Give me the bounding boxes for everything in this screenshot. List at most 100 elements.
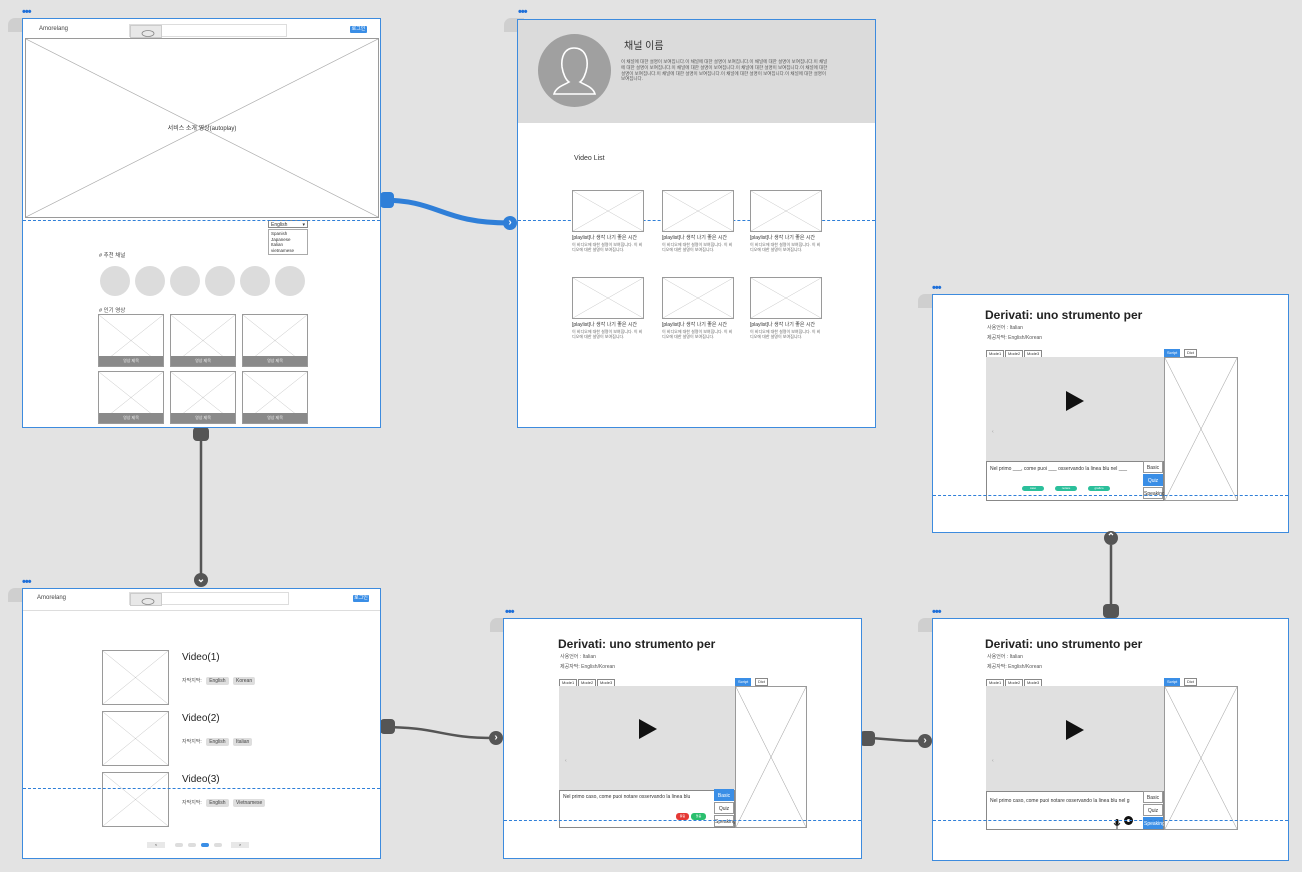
side-tab-dict[interactable]: Dict — [755, 678, 768, 686]
result-title[interactable]: Video(2) — [182, 713, 220, 724]
video-card-title[interactable]: [playlist]나 생각 나기 좋은 시간 — [662, 321, 734, 328]
video-card-title[interactable]: [playlist]나 생각 나기 좋은 시간 — [662, 234, 734, 241]
prev-arrow-icon[interactable]: ‹ — [565, 758, 567, 764]
video-language: 사용언어 : Italian — [987, 654, 1023, 660]
video-card-title[interactable]: [playlist]나 생각 나기 좋은 시간 — [750, 234, 822, 241]
channel-avatar[interactable] — [275, 266, 305, 296]
page-dot[interactable] — [188, 843, 196, 847]
video-card-desc: 이 비디오에 대한 설명이 보여집니다. 이 비디오에 대한 설명이 보여집니다… — [662, 329, 733, 339]
side-tab-dict[interactable]: Dict — [1184, 678, 1197, 686]
result-thumbnail[interactable] — [102, 711, 169, 766]
chevron-up-icon[interactable]: ⌃ — [1104, 531, 1118, 545]
channel-avatar[interactable] — [240, 266, 270, 296]
microphone-icon[interactable] — [1113, 816, 1121, 834]
quiz-answer-button[interactable]: caso — [1022, 486, 1044, 491]
popular-video-thumb[interactable]: 영상 제목 — [170, 371, 236, 424]
quiz-answer-button[interactable]: notare — [1055, 486, 1077, 491]
play-icon[interactable] — [1066, 391, 1084, 411]
language-option[interactable]: vietnamese — [271, 248, 305, 254]
channel-video-card[interactable]: [playlist]나 생각 나기 좋은 시간 이 비디오에 대한 설명이 보여집… — [572, 190, 644, 252]
channel-video-card[interactable]: [playlist]나 생각 나기 좋은 시간 이 비디오에 대한 설명이 보여집… — [750, 277, 822, 339]
speaking-button[interactable]: Speaking — [714, 815, 736, 827]
subtitle-tag: Korean — [232, 677, 256, 685]
logo[interactable]: Amorelang — [39, 26, 68, 32]
correct-button[interactable]: 맞음 — [691, 813, 706, 820]
popular-video-thumb[interactable]: 영상 제목 — [98, 371, 164, 424]
channel-video-card[interactable]: [playlist]나 생각 나기 좋은 시간 이 비디오에 대한 설명이 보여집… — [662, 277, 734, 339]
prev-arrow-icon[interactable]: ‹ — [992, 429, 994, 435]
channel-frame: 채널 이름 이 채널에 대한 설명이 보여집니다.이 채널에 대한 설명이 보여… — [517, 19, 876, 428]
video-player[interactable]: ‹ — [986, 357, 1164, 461]
video-thumbnail[interactable] — [572, 190, 644, 232]
login-button[interactable]: 로그인 — [350, 26, 367, 33]
prev-page-button[interactable]: < — [147, 842, 165, 848]
side-tab-dict[interactable]: Dict — [1184, 349, 1197, 357]
side-tab-script[interactable]: Script — [1164, 678, 1181, 686]
page-dot-active[interactable] — [201, 843, 209, 847]
play-icon[interactable] — [1066, 720, 1084, 740]
prev-arrow-icon[interactable]: ‹ — [992, 758, 994, 764]
video-card-title[interactable]: [playlist]나 생각 나기 좋은 시간 — [572, 234, 644, 241]
result-title[interactable]: Video(1) — [182, 652, 220, 663]
search-icon[interactable] — [130, 593, 162, 606]
video-card-title[interactable]: [playlist]나 생각 나기 좋은 시간 — [572, 321, 644, 328]
subtitle-tag: Vietnamese — [232, 799, 266, 807]
basic-button[interactable]: Basic — [714, 789, 734, 801]
basic-button[interactable]: Basic — [1143, 461, 1163, 473]
speaking-button[interactable]: Speaking — [1143, 817, 1165, 829]
quiz-answer-button[interactable]: grafico — [1088, 486, 1110, 491]
result-subtitles: 자막지막: English Vietnamese — [182, 799, 266, 807]
popular-video-thumb[interactable]: 영상 제목 — [98, 314, 164, 367]
next-page-button[interactable]: > — [231, 842, 249, 848]
video-card-title[interactable]: [playlist]나 생각 나기 좋은 시간 — [750, 321, 822, 328]
chevron-right-icon[interactable]: › — [503, 216, 517, 230]
channel-avatar[interactable] — [170, 266, 200, 296]
video-player[interactable]: ‹ — [986, 686, 1164, 791]
fold-line — [504, 820, 861, 821]
popular-video-thumb[interactable]: 영상 제목 — [170, 314, 236, 367]
page-dot[interactable] — [175, 843, 183, 847]
result-thumbnail[interactable] — [102, 650, 169, 705]
channel-video-card[interactable]: [playlist]나 생각 나기 좋은 시간 이 비디오에 대한 설명이 보여집… — [750, 190, 822, 252]
login-button[interactable]: 로그인 — [353, 595, 369, 602]
thumb-label: 영상 제목 — [171, 413, 235, 423]
speaking-button[interactable]: Speaking — [1143, 487, 1165, 499]
logo[interactable]: Amorelang — [37, 595, 66, 601]
result-title[interactable]: Video(3) — [182, 774, 220, 785]
channel-avatar[interactable] — [205, 266, 235, 296]
channel-avatar[interactable] — [135, 266, 165, 296]
side-tab-script[interactable]: Script — [1164, 349, 1181, 357]
search-icon[interactable] — [130, 25, 162, 38]
video-thumbnail[interactable] — [750, 190, 822, 232]
thumb-label: 영상 제목 — [171, 356, 235, 366]
video-subtitles: 제공자막: English/Korean — [560, 664, 616, 670]
video-player[interactable]: ‹ — [559, 686, 735, 790]
video-card-desc: 이 비디오에 대한 설명이 보여집니다. 이 비디오에 대한 설명이 보여집니다… — [662, 242, 733, 252]
result-thumbnail[interactable] — [102, 772, 169, 827]
search-input[interactable] — [129, 24, 287, 38]
page-dot[interactable] — [214, 843, 222, 847]
popular-video-thumb[interactable]: 영상 제목 — [242, 314, 308, 367]
chevron-right-icon[interactable]: › — [489, 731, 503, 745]
channel-video-card[interactable]: [playlist]나 생각 나기 좋은 시간 이 비디오에 대한 설명이 보여집… — [572, 277, 644, 339]
video-thumbnail[interactable] — [572, 277, 644, 319]
quiz-button[interactable]: Quiz — [1143, 474, 1163, 486]
pagination: < > — [147, 842, 257, 850]
side-tab-script[interactable]: Script — [735, 678, 752, 686]
chevron-down-icon[interactable]: ⌄ — [194, 573, 208, 587]
channel-video-card[interactable]: [playlist]나 생각 나기 좋은 시간 이 비디오에 대한 설명이 보여집… — [662, 190, 734, 252]
quiz-button[interactable]: Quiz — [714, 802, 734, 814]
play-icon[interactable] — [639, 719, 657, 739]
thumb-label: 영상 제목 — [99, 413, 163, 423]
video-thumbnail[interactable] — [662, 190, 734, 232]
quiz-button[interactable]: Quiz — [1143, 804, 1163, 816]
chevron-right-icon[interactable]: › — [918, 734, 932, 748]
wrong-button[interactable]: 틀림 — [676, 813, 689, 820]
channel-avatar[interactable] — [100, 266, 130, 296]
language-select[interactable]: English ▾ — [268, 220, 308, 228]
popular-video-thumb[interactable]: 영상 제목 — [242, 371, 308, 424]
video-thumbnail[interactable] — [662, 277, 734, 319]
video-thumbnail[interactable] — [750, 277, 822, 319]
basic-button[interactable]: Basic — [1143, 791, 1163, 803]
search-input[interactable] — [129, 592, 289, 606]
